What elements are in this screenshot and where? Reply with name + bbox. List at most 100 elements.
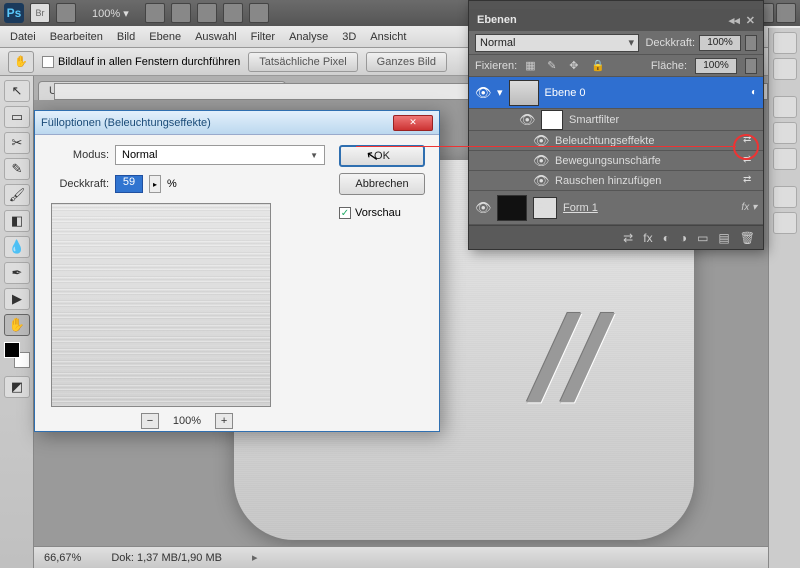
fit-screen-button[interactable]: Ganzes Bild (366, 52, 447, 72)
blend-mode-select[interactable]: Normal (475, 34, 639, 52)
menu-ansicht[interactable]: Ansicht (370, 31, 406, 43)
panel-close-icon[interactable]: ✕ (746, 14, 755, 27)
fill-label: Fläche: (651, 60, 687, 72)
lock-pixels-icon[interactable]: ✎ (547, 59, 561, 73)
fill-input[interactable]: 100% (695, 58, 737, 74)
menu-bild[interactable]: Bild (117, 31, 135, 43)
trash-icon[interactable]: 🗑 (740, 231, 755, 245)
masks-panel-icon[interactable] (773, 212, 797, 234)
styles-panel-icon[interactable] (773, 148, 797, 170)
layer-list: 👁 ▾ Ebene 0 ◐ 👁 Smartfilter 👁 Beleuchtun… (469, 77, 763, 225)
hand-icon[interactable] (145, 3, 165, 23)
visibility-icon[interactable]: 👁 (533, 173, 549, 189)
color-icon[interactable] (773, 96, 797, 118)
path-select-tool[interactable]: ▶ (4, 288, 30, 310)
visibility-icon[interactable]: 👁 (475, 85, 491, 101)
opacity-panel-input[interactable]: 100% (699, 35, 741, 51)
opacity-panel-label: Deckkraft: (645, 37, 695, 49)
menu-analyse[interactable]: Analyse (289, 31, 328, 43)
actual-pixels-button[interactable]: Tatsächliche Pixel (248, 52, 357, 72)
pen-tool[interactable]: ✒ (4, 262, 30, 284)
fx-icon[interactable]: fx (643, 231, 652, 245)
status-zoom: 66,67% (44, 552, 81, 564)
layer-thumbnail[interactable] (497, 195, 527, 221)
panel-tab[interactable]: Ebenen◂◂✕ (469, 9, 763, 31)
status-bar: 66,67% Dok: 1,37 MB/1,90 MB ▸ (34, 546, 768, 568)
ok-button[interactable]: OK (339, 145, 425, 167)
screen-mode-icon[interactable] (249, 3, 269, 23)
panel-collapse-icon[interactable]: ◂◂ (729, 14, 740, 27)
arrange-icon[interactable] (223, 3, 243, 23)
hand-tool-preset[interactable]: ✋ (8, 51, 34, 73)
move-tool[interactable]: ↖ (4, 80, 30, 102)
mask-icon[interactable]: ◐ (663, 231, 670, 245)
rotate-view-icon[interactable] (197, 3, 217, 23)
lock-transparency-icon[interactable]: ▦ (525, 59, 539, 73)
opacity-input[interactable]: 59 (115, 175, 143, 193)
cancel-button[interactable]: Abbrechen (339, 173, 425, 195)
menu-filter[interactable]: Filter (251, 31, 275, 43)
mode-select[interactable]: Normal (115, 145, 325, 165)
opacity-flyout[interactable] (745, 35, 757, 51)
layer-thumbnail[interactable] (509, 80, 539, 106)
hand-tool[interactable]: ✋ (4, 314, 30, 336)
filter-bewegung[interactable]: 👁 Bewegungsunschärfe ⇄ (469, 151, 763, 171)
marquee-tool[interactable]: ▭ (4, 106, 30, 128)
history-icon[interactable] (773, 32, 797, 54)
menu-datei[interactable]: Datei (10, 31, 36, 43)
link-layers-icon[interactable]: ⇄ (623, 231, 633, 245)
visibility-icon[interactable]: 👁 (475, 200, 491, 216)
new-layer-icon[interactable]: ▤ (718, 231, 729, 245)
crop-tool[interactable]: ✂ (4, 132, 30, 154)
lock-all-icon[interactable]: 🔒 (591, 59, 605, 73)
zoom-in-button[interactable]: + (215, 413, 233, 429)
filter-blend-icon[interactable]: ⇄ (743, 174, 757, 188)
menu-ebene[interactable]: Ebene (149, 31, 181, 43)
eyedropper-tool[interactable]: ✎ (4, 158, 30, 180)
adjustment-icon[interactable]: ◑ (680, 231, 687, 245)
bridge-icon[interactable]: Br (30, 3, 50, 23)
group-icon[interactable]: ▭ (697, 231, 708, 245)
smartfilter-row[interactable]: 👁 Smartfilter (469, 109, 763, 131)
adjust-panel-icon[interactable] (773, 186, 797, 208)
menu-auswahl[interactable]: Auswahl (195, 31, 237, 43)
preview-zoom: 100% (173, 415, 201, 427)
mode-label: Modus: (49, 149, 109, 161)
actions-icon[interactable] (773, 58, 797, 80)
preview-checkbox[interactable]: ✓Vorschau (339, 207, 425, 219)
fill-flyout[interactable] (745, 58, 757, 74)
visibility-icon[interactable]: 👁 (533, 153, 549, 169)
dialog-close-button[interactable]: ✕ (393, 115, 433, 131)
opacity-flyout-icon[interactable]: ▸ (149, 175, 161, 193)
blur-tool[interactable]: 💧 (4, 236, 30, 258)
fx-badge[interactable]: fx ▾ (741, 202, 757, 213)
dialog-titlebar[interactable]: Fülloptionen (Beleuchtungseffekte) ✕ (35, 111, 439, 135)
menu-3d[interactable]: 3D (342, 31, 356, 43)
quickmask-tool[interactable]: ◩ (4, 376, 30, 398)
panel-footer: ⇄ fx ◐ ◑ ▭ ▤ 🗑 (469, 225, 763, 249)
menu-bearbeiten[interactable]: Bearbeiten (50, 31, 103, 43)
ps-logo: Ps (4, 3, 24, 23)
filter-beleuchtung[interactable]: 👁 Beleuchtungseffekte ⇄ (469, 131, 763, 151)
panel-grip[interactable] (469, 1, 763, 9)
zoom-icon[interactable] (171, 3, 191, 23)
smartfilter-thumb[interactable] (541, 110, 563, 130)
layer-form1[interactable]: 👁 ▭ Form 1 fx ▾ (469, 191, 763, 225)
minibridge-icon[interactable] (56, 3, 76, 23)
visibility-icon[interactable]: 👁 (533, 133, 549, 149)
eraser-tool[interactable]: ◧ (4, 210, 30, 232)
filter-blend-icon[interactable]: ⇄ (743, 134, 757, 148)
vector-mask-thumb[interactable]: ▭ (533, 197, 557, 219)
zoom-out-button[interactable]: − (141, 413, 159, 429)
zoom-select[interactable]: 100% ▾ (82, 7, 139, 20)
layer-ebene0[interactable]: 👁 ▾ Ebene 0 ◐ (469, 77, 763, 109)
filter-rauschen[interactable]: 👁 Rauschen hinzufügen ⇄ (469, 171, 763, 191)
color-swatches[interactable] (4, 342, 30, 368)
brush-tool[interactable]: 🖌 (4, 184, 30, 206)
swatches-panel-icon[interactable] (773, 122, 797, 144)
visibility-icon[interactable]: 👁 (519, 112, 535, 128)
filter-blend-icon[interactable]: ⇄ (743, 154, 757, 168)
lock-position-icon[interactable]: ✥ (569, 59, 583, 73)
close-icon[interactable] (776, 3, 796, 23)
scroll-all-checkbox[interactable]: Bildlauf in allen Fenstern durchführen (42, 56, 240, 68)
